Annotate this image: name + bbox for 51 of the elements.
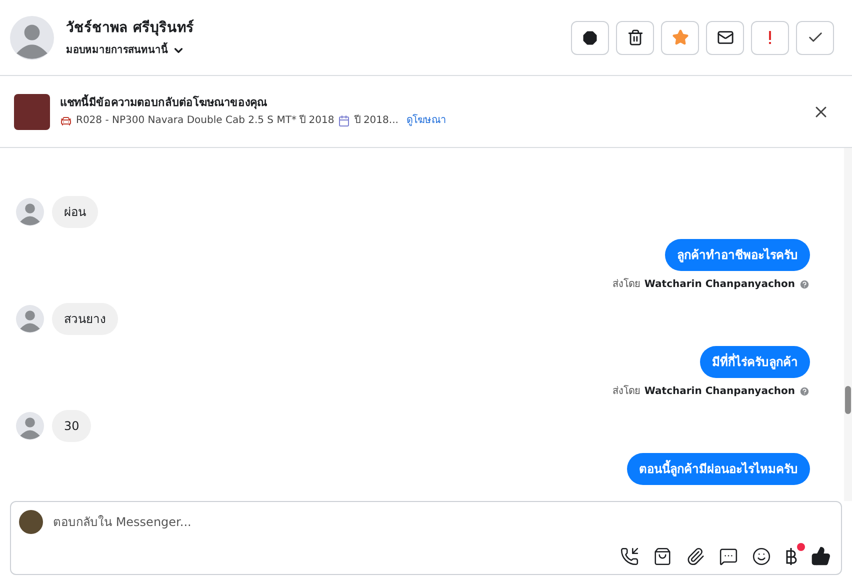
smiley-icon [752,546,771,566]
spam-button[interactable] [571,20,609,54]
help-icon [799,386,810,397]
avatar-icon [16,305,44,333]
view-ad-link[interactable]: ดูโฆษณา [406,113,446,128]
shopping-bag-icon [653,546,672,566]
sender-name: Watcharin Chanpanyachon [644,385,795,399]
sent-by-label: ส่งโดย [612,384,640,399]
scrollbar-thumb[interactable] [845,386,851,414]
thumbs-up-icon [811,546,831,566]
assign-dropdown[interactable]: มอบหมายการสนทนานี้ [66,42,194,58]
call-button[interactable] [620,546,639,566]
incoming-message: 30 [52,410,92,442]
star-button[interactable] [661,20,699,54]
exclamation-icon [768,30,772,44]
like-button[interactable] [811,546,831,566]
ad-reply-title: แชทนี้มีข้อความตอบกลับต่อโฆษณาของคุณ [60,94,268,112]
car-icon [60,114,72,127]
outgoing-message: มีที่กี่ไร่ครับลูกค้า [700,346,810,378]
phone-icon [620,546,639,566]
avatar-icon [16,198,44,226]
payment-button[interactable] [785,546,797,566]
envelope-icon [716,29,734,46]
outgoing-message: ลูกค้าทำอาชีพอะไรครับ [665,239,810,271]
help-icon [799,279,810,290]
incoming-message: สวนยาง [52,303,118,335]
sent-by-label: ส่งโดย [612,277,640,292]
outgoing-message: ตอนนี้ลูกค้ามีผ่อนอะไรไหมครับ [627,453,810,485]
reply-input[interactable]: ตอบกลับใน Messenger... [53,513,833,531]
trash-icon [626,29,644,46]
incoming-message: ผ่อน [52,196,98,228]
avatar-icon [10,16,54,60]
unread-button[interactable] [706,20,744,54]
chat-bubble-icon [719,546,738,566]
shop-button[interactable] [653,546,672,566]
ad-details: R028 - NP300 Navara Double Cab 2.5 S MT* ปี 2018 [76,114,334,128]
sender-name: Watcharin Chanpanyachon [644,278,795,292]
baht-icon [785,546,797,566]
page-avatar-placeholder [19,510,43,534]
replies-button[interactable] [719,546,738,566]
avatar-icon [16,412,44,440]
star-icon [672,29,688,46]
delete-button[interactable] [616,20,654,54]
paperclip-icon [686,546,705,566]
ad-details-more: ปี 2018... [354,114,398,128]
attach-button[interactable] [686,546,705,566]
calendar-icon [338,114,350,127]
car-photo-placeholder [14,94,50,130]
alert-icon [581,28,599,46]
contact-name: วัชร์ชาพล ศรีบุรินทร์ [66,18,194,38]
emoji-button[interactable] [752,546,771,566]
